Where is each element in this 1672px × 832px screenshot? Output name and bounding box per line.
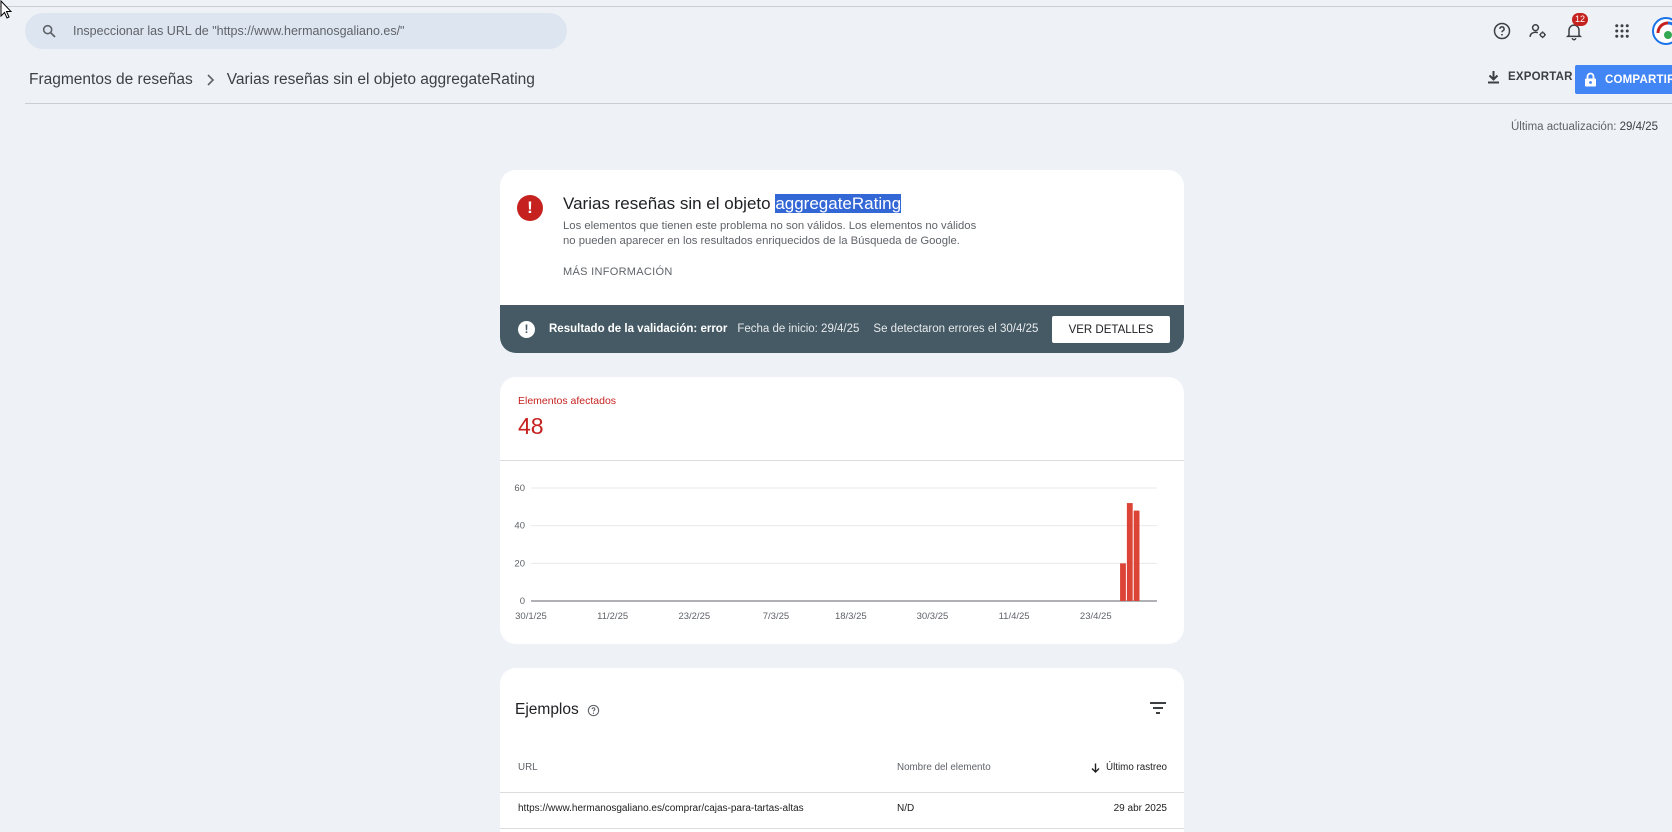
breadcrumb-parent-link[interactable]: Fragmentos de reseñas xyxy=(29,71,193,89)
export-button[interactable]: EXPORTAR xyxy=(1487,70,1573,84)
view-details-button[interactable]: VER DETALLES xyxy=(1052,316,1170,343)
top-border-line xyxy=(0,6,1672,7)
more-info-link[interactable]: MÁS INFORMACIÓN xyxy=(563,266,673,278)
examples-card: Ejemplos URL Nombre del elemento Último … xyxy=(500,668,1184,832)
column-header-last-crawl[interactable]: Último rastreo xyxy=(1091,762,1167,773)
mouse-cursor-icon xyxy=(0,0,12,19)
help-circle-icon[interactable] xyxy=(587,704,600,717)
account-avatar[interactable] xyxy=(1652,17,1672,45)
affected-items-chart: 0 20 40 60 30/1/25 11/2/25 23/2/25 7/3/25 18/3/2… xyxy=(514,483,1157,622)
notifications-icon[interactable]: 12 xyxy=(1562,13,1588,43)
column-header-url[interactable]: URL xyxy=(518,762,538,773)
issue-description-line: Los elementos que tienen este problema n… xyxy=(563,220,977,232)
validation-errors-date: Se detectaron errores el 30/4/25 xyxy=(873,323,1039,335)
x-tick-label: 11/4/25 xyxy=(999,611,1030,622)
breadcrumb-current: Varias reseñas sin el objeto aggregateRa… xyxy=(226,71,535,88)
issue-title-prefix: Varias reseñas sin el objeto xyxy=(563,194,776,213)
row-date: 29 abr 2025 xyxy=(1113,803,1167,814)
bar xyxy=(1133,510,1140,601)
last-update: Última actualización: 29/4/25 xyxy=(1511,121,1658,133)
x-tick-label: 30/1/25 xyxy=(515,611,547,622)
notifications-badge: 12 xyxy=(1572,13,1588,26)
table-divider xyxy=(500,792,1184,793)
last-update-value: 29/4/25 xyxy=(1619,121,1658,133)
validation-bar: ! Resultado de la validación: error Fech… xyxy=(500,305,1184,353)
error-icon: ! xyxy=(517,195,543,221)
examples-title-text: Ejemplos xyxy=(515,701,579,718)
share-button[interactable]: COMPARTIR xyxy=(1575,65,1672,94)
issue-title-highlight: aggregateRating xyxy=(775,194,902,213)
validation-result: Resultado de la validación: error xyxy=(549,323,728,335)
x-tick-label: 11/2/25 xyxy=(597,611,628,622)
last-update-label: Última actualización: xyxy=(1510,121,1617,133)
top-toolbar: 12 xyxy=(1490,13,1646,43)
bar xyxy=(1120,563,1126,601)
y-tick-label: 20 xyxy=(514,558,525,569)
url-inspect-input[interactable] xyxy=(73,24,553,38)
table-divider xyxy=(500,828,1184,829)
affected-items-label: Elementos afectados xyxy=(518,395,617,407)
issue-description-line: no pueden aparecer en los resultados enr… xyxy=(563,235,960,247)
validation-start-date: Fecha de inicio: 29/4/25 xyxy=(737,323,860,335)
y-tick-label: 40 xyxy=(514,521,525,532)
y-tick-label: 60 xyxy=(514,483,525,494)
help-icon[interactable] xyxy=(1490,19,1514,43)
row-name: N/D xyxy=(897,803,915,814)
issue-title: Varias reseñas sin el objeto aggregateRa… xyxy=(563,194,902,214)
lock-icon xyxy=(1584,72,1597,87)
x-tick-label: 7/3/25 xyxy=(763,611,789,622)
share-label: COMPARTIR xyxy=(1605,73,1672,86)
row-url: https://www.hermanosgaliano.es/comprar/c… xyxy=(518,803,804,814)
issue-card: ! Varias reseñas sin el objeto aggregate… xyxy=(500,170,1184,353)
apps-grid-icon[interactable] xyxy=(1610,19,1634,43)
x-tick-label: 18/3/25 xyxy=(835,611,867,622)
header-divider xyxy=(25,103,1672,104)
validation-error-icon: ! xyxy=(518,320,535,338)
examples-table-header: URL Nombre del elemento Último rastreo xyxy=(500,762,1184,790)
search-icon xyxy=(39,21,59,41)
x-tick-label: 30/3/25 xyxy=(917,611,949,622)
examples-title: Ejemplos xyxy=(515,701,600,719)
column-header-name[interactable]: Nombre del elemento xyxy=(897,762,991,773)
export-label: EXPORTAR xyxy=(1508,71,1573,83)
filter-icon[interactable] xyxy=(1150,702,1166,714)
chevron-right-icon xyxy=(205,74,215,86)
x-tick-label: 23/2/25 xyxy=(678,611,710,622)
download-icon xyxy=(1487,70,1500,84)
user-settings-icon[interactable] xyxy=(1526,19,1550,43)
column-header-last-crawl-label: Último rastreo xyxy=(1106,762,1167,773)
affected-items-card: Elementos afectados 48 0 20 40 60 30/1/25 11/… xyxy=(500,377,1184,644)
bar xyxy=(1126,503,1133,601)
affected-items-count: 48 xyxy=(518,413,544,439)
breadcrumb: Fragmentos de reseñas Varias reseñas sin… xyxy=(29,71,535,89)
x-tick-label: 23/4/25 xyxy=(1080,611,1112,622)
url-inspect-search[interactable] xyxy=(25,13,567,49)
arrow-down-icon xyxy=(1091,763,1100,773)
issue-description: Los elementos que tienen este problema n… xyxy=(563,219,993,249)
y-tick-label: 0 xyxy=(520,596,525,607)
